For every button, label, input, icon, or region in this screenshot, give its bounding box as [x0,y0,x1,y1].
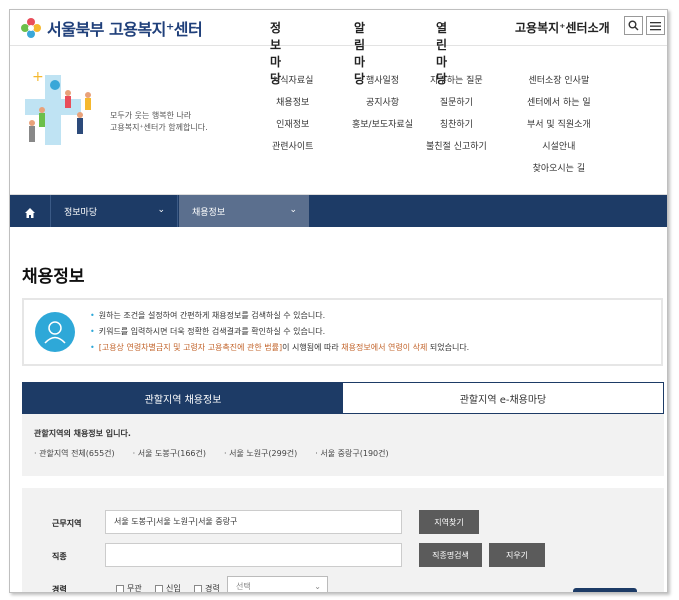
region-summary: 관할지역의 채용정보 입니다. · 관할지역 전체(655건) · 서울 도봉구… [22,414,664,476]
tab-local-jobs[interactable]: 관할지역 채용정보 [23,383,343,413]
search-submit-button[interactable] [573,588,637,592]
nav-about[interactable]: 고용복지⁺센터소개 [515,19,625,36]
region-link-dobong[interactable]: · 서울 도봉구(166건) [133,448,206,459]
menu-button[interactable] [646,16,665,35]
menu-announcements[interactable]: 공지사항 [366,97,399,119]
menu-directions[interactable]: 찾아오시는 길 [533,163,586,185]
home-icon[interactable] [24,204,36,223]
people-illustration: + [20,65,100,155]
tagline: 모두가 웃는 행복한 나라 고용복지⁺센터가 함께합니다. [110,111,208,132]
site-header: 서울북부 고용복지⁺센터 정보마당 알림마당 열린마당 고용복지⁺센터소개 [10,10,667,86]
region-tabs: 관할지역 채용정보 관할지역 e-채용마당 [22,382,664,414]
breadcrumb-bar: 정보마당 ⌄ 채용정보 ⌄ [10,195,667,227]
chevron-down-icon: ⌄ [289,205,297,215]
region-input[interactable]: 서울 도봉구|서울 노원구|서울 중랑구 [105,510,402,534]
menu-faq[interactable]: 자주하는 질문 [430,75,483,97]
menu-praise[interactable]: 칭찬하기 [440,119,473,141]
info-line-3: • [고용상 연령차별금지 및 고령자 고용촉진에 관한 법률]이 시행됨에 따라… [90,343,470,352]
search-button[interactable] [624,16,643,35]
region-link-all[interactable]: · 관할지역 전체(655건) [34,448,115,459]
submenu-notice: 행사일정 공지사항 홍보/보도자료실 [352,75,413,141]
menu-complaint[interactable]: 불친절 신고하기 [426,141,487,163]
menu-jobs[interactable]: 채용정보 [276,97,309,119]
find-region-button[interactable]: 지역찾기 [419,510,479,534]
menu-staff[interactable]: 부서 및 직원소개 [527,119,591,141]
clear-button[interactable]: 지우기 [489,543,545,567]
career-select[interactable]: 선택 ⌄ [227,576,328,592]
submenu-about: 센터소장 인사말 센터에서 하는 일 부서 및 직원소개 시설안내 찾아오시는 … [527,75,591,185]
menu-greeting[interactable]: 센터소장 인사말 [528,75,589,97]
region-label: 근무지역 [52,519,82,528]
mega-menu: + 모두가 웃는 행복한 나라 고용복지⁺센터가 함께합니다. 서식자료실 채용… [10,47,667,195]
chevron-down-icon: ⌄ [157,205,165,215]
browser-frame: 서울북부 고용복지⁺센터 정보마당 알림마당 열린마당 고용복지⁺센터소개 + [9,9,668,593]
career-experienced-checkbox[interactable]: 경력 [194,583,220,592]
job-input[interactable] [105,543,402,567]
hamburger-icon [650,21,661,30]
svg-text:+: + [32,69,44,85]
job-label: 직종 [52,552,67,561]
chevron-down-icon: ⌄ [314,582,321,591]
career-any-checkbox[interactable]: 무관 [116,583,142,592]
menu-forms[interactable]: 서식자료실 [272,75,313,97]
summary-title: 관할지역의 채용정보 입니다. [34,429,131,438]
submenu-open: 자주하는 질문 질문하기 칭찬하기 불친절 신고하기 [426,75,487,163]
menu-events[interactable]: 행사일정 [366,75,399,97]
career-new-checkbox[interactable]: 신입 [155,583,181,592]
tab-e-jobs[interactable]: 관할지역 e-채용마당 [343,383,663,413]
logo-text: 서울북부 고용복지⁺센터 [47,20,203,39]
person-icon [35,312,75,352]
menu-related-sites[interactable]: 관련사이트 [272,141,313,163]
menu-role[interactable]: 센터에서 하는 일 [527,97,591,119]
search-form: 근무지역 서울 도봉구|서울 노원구|서울 중랑구 지역찾기 직종 직종명검색 … [22,488,664,593]
info-line-1: • 원하는 조건을 설정하여 간편하게 채용정보를 검색하실 수 있습니다. [90,311,326,320]
info-box: • 원하는 조건을 설정하여 간편하게 채용정보를 검색하실 수 있습니다. • 키… [22,298,663,366]
info-line-2: • 키워드를 입력하시면 더욱 정확한 검색결과를 확인하실 수 있습니다. [90,327,326,336]
job-search-button[interactable]: 직종명검색 [419,543,482,567]
menu-talent[interactable]: 인재정보 [276,119,309,141]
career-label: 경력 [52,585,67,593]
region-link-nowon[interactable]: · 서울 노원구(299건) [224,448,297,459]
breadcrumb-level2[interactable]: 채용정보 ⌄ [179,195,309,227]
site-logo[interactable]: 서울북부 고용복지⁺센터 [20,16,203,40]
breadcrumb-level1[interactable]: 정보마당 ⌄ [50,195,178,227]
menu-press[interactable]: 홍보/보도자료실 [352,119,413,141]
logo-mark-icon [20,17,42,39]
menu-facility[interactable]: 시설안내 [542,141,575,163]
region-link-jungnang[interactable]: · 서울 중랑구(190건) [315,448,388,459]
menu-ask[interactable]: 질문하기 [440,97,473,119]
search-icon [628,20,639,31]
submenu-info: 서식자료실 채용정보 인재정보 관련사이트 [272,75,313,163]
page-title: 채용정보 [22,267,85,287]
